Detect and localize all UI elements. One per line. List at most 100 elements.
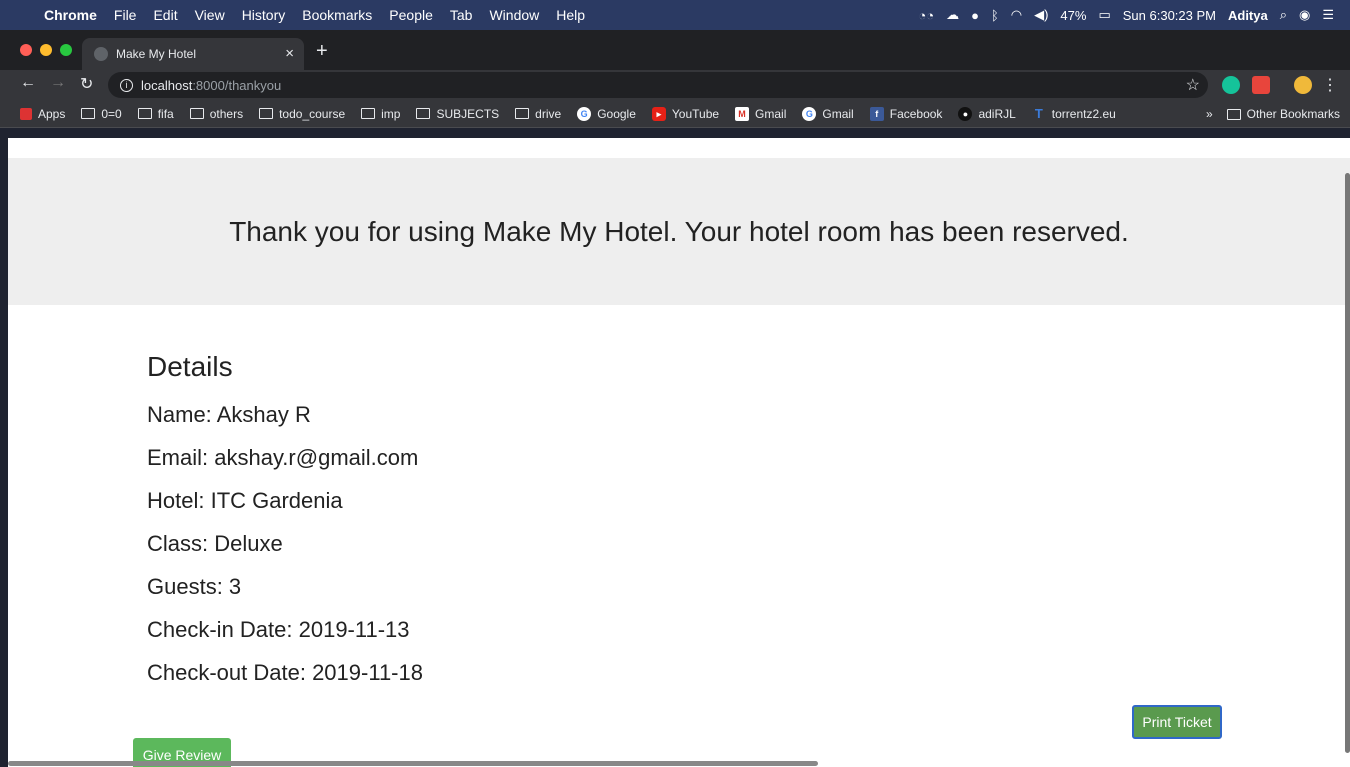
- tab-title: Make My Hotel: [116, 47, 197, 61]
- folder-icon: [416, 108, 431, 119]
- bookmark-label: Gmail: [755, 106, 787, 121]
- glasses-icon[interactable]: ◔◔: [918, 8, 934, 23]
- bookmark-label: torrentz2.eu: [1051, 106, 1116, 121]
- clock[interactable]: Sun 6:30:23 PM: [1123, 8, 1216, 23]
- bookmark-folder-0eq0[interactable]: 0=0: [81, 106, 122, 121]
- cloud-icon[interactable]: ☁: [946, 7, 959, 23]
- bookmark-label: Gmail: [822, 106, 854, 121]
- folder-icon: [515, 108, 530, 119]
- wifi-icon[interactable]: ◠: [1011, 7, 1022, 23]
- reload-icon[interactable]: ↻: [80, 74, 93, 94]
- bookmark-gmail-google[interactable]: G Gmail: [802, 106, 854, 121]
- notification-center-icon[interactable]: ☰: [1322, 7, 1334, 23]
- forward-arrow-icon[interactable]: →: [50, 74, 66, 92]
- menu-people[interactable]: People: [389, 7, 433, 23]
- bookmark-other-bookmarks[interactable]: Other Bookmarks: [1226, 107, 1340, 121]
- maximize-window-icon[interactable]: [60, 44, 72, 56]
- battery-icon[interactable]: ▭: [1098, 7, 1110, 23]
- bookmark-label: others: [209, 106, 244, 121]
- bookmarks-overflow-icon[interactable]: »: [1206, 107, 1213, 121]
- bookmark-apps[interactable]: Apps: [20, 107, 65, 121]
- menu-app-name[interactable]: Chrome: [44, 7, 97, 23]
- detail-email: Email: akshay.r@gmail.com: [147, 445, 419, 470]
- profile-avatar[interactable]: [1294, 76, 1312, 94]
- chrome-menu-icon[interactable]: ⋮: [1322, 75, 1338, 95]
- menu-bookmarks[interactable]: Bookmarks: [302, 7, 372, 23]
- siri-icon[interactable]: ◉: [1299, 7, 1310, 23]
- vertical-scrollbar[interactable]: [1345, 173, 1350, 753]
- detail-class: Class: Deluxe: [147, 531, 283, 556]
- page-viewport: Thank you for using Make My Hotel. Your …: [8, 138, 1350, 767]
- battery-percent[interactable]: 47%: [1060, 8, 1086, 23]
- folder-icon: [81, 108, 96, 119]
- menu-edit[interactable]: Edit: [153, 7, 177, 23]
- menu-tab[interactable]: Tab: [450, 7, 473, 23]
- folder-icon: [259, 108, 274, 119]
- detail-hotel: Hotel: ITC Gardenia: [147, 488, 343, 513]
- spotlight-search-icon[interactable]: ⌕: [1280, 7, 1287, 23]
- bookmark-label: Facebook: [889, 106, 943, 121]
- gmail-icon: M: [735, 106, 750, 121]
- google-icon: G: [802, 106, 817, 121]
- user-name[interactable]: Aditya: [1228, 8, 1268, 23]
- thank-you-heading: Thank you for using Make My Hotel. Your …: [229, 216, 1129, 247]
- window-edge: [0, 128, 8, 767]
- bookmark-label: fifa: [157, 106, 174, 121]
- folder-icon: [137, 108, 152, 119]
- menu-window[interactable]: Window: [489, 7, 539, 23]
- tab-close-icon[interactable]: ×: [285, 45, 294, 62]
- horizontal-scrollbar[interactable]: [8, 761, 818, 766]
- detail-check-in: Check-in Date: 2019-11-13: [147, 617, 410, 642]
- browser-toolbar: ← → ↻ i localhost:8000/thankyou ☆ ⋮: [0, 70, 1350, 100]
- bookmark-label: YouTube: [671, 106, 720, 121]
- url-path: :8000/thankyou: [192, 77, 282, 93]
- folder-icon: [189, 108, 204, 119]
- close-window-icon[interactable]: [20, 44, 32, 56]
- bookmark-gmail[interactable]: M Gmail: [735, 106, 787, 121]
- volume-icon[interactable]: ◀): [1034, 7, 1048, 23]
- new-tab-button[interactable]: +: [316, 40, 328, 63]
- browser-tab-strip: Make My Hotel × +: [0, 30, 1350, 70]
- menu-help[interactable]: Help: [556, 7, 585, 23]
- folder-icon: [361, 108, 376, 119]
- bookmark-label: 0=0: [101, 106, 122, 121]
- evernote-icon[interactable]: ●: [971, 8, 979, 23]
- back-arrow-icon[interactable]: ←: [20, 74, 36, 92]
- minimize-window-icon[interactable]: [40, 44, 52, 56]
- torrentz-icon: T: [1034, 105, 1043, 121]
- tab-make-my-hotel[interactable]: Make My Hotel ×: [82, 38, 304, 70]
- bookmark-youtube[interactable]: ▸ YouTube: [651, 106, 720, 121]
- bookmark-facebook[interactable]: f Facebook: [869, 106, 943, 121]
- site-info-icon[interactable]: i: [120, 78, 133, 92]
- bookmark-label: adiRJL: [978, 106, 1016, 121]
- bookmark-folder-todo-course[interactable]: todo_course: [259, 107, 345, 121]
- bookmark-label: SUBJECTS: [436, 106, 500, 121]
- bookmark-torrentz[interactable]: Ttorrentz2.eu: [1032, 105, 1116, 121]
- address-bar[interactable]: i localhost:8000/thankyou ☆: [108, 72, 1208, 98]
- bookmark-folder-subjects[interactable]: SUBJECTS: [416, 107, 499, 121]
- bookmark-google[interactable]: G Google: [577, 106, 636, 121]
- window-controls: [20, 44, 80, 56]
- bookmark-star-icon[interactable]: ☆: [1186, 75, 1200, 95]
- url-host: localhost: [141, 77, 193, 93]
- macos-menubar: Chrome File Edit View History Bookmarks …: [0, 0, 1350, 30]
- grammarly-extension-icon[interactable]: [1222, 76, 1240, 94]
- menu-view[interactable]: View: [195, 7, 225, 23]
- google-icon: G: [577, 106, 592, 121]
- bookmark-folder-fifa[interactable]: fifa: [137, 106, 174, 121]
- youtube-icon: ▸: [651, 106, 666, 121]
- print-ticket-button[interactable]: Print Ticket: [1132, 705, 1222, 739]
- bookmark-folder-others[interactable]: others: [189, 106, 244, 121]
- bluetooth-icon[interactable]: ᛒ: [991, 8, 999, 23]
- details-heading: Details: [147, 351, 233, 382]
- apps-grid-icon: [20, 107, 32, 120]
- bookmarks-bar: Apps 0=0 fifa others todo_course imp SUB…: [0, 100, 1350, 128]
- bookmark-github[interactable]: ● adiRJL: [958, 106, 1016, 121]
- menu-history[interactable]: History: [242, 7, 286, 23]
- bookmark-folder-imp[interactable]: imp: [361, 107, 400, 121]
- menu-file[interactable]: File: [114, 7, 137, 23]
- extension-icon[interactable]: [1252, 76, 1270, 94]
- detail-name: Name: Akshay R: [147, 402, 311, 427]
- bookmark-folder-drive[interactable]: drive: [515, 107, 561, 121]
- bookmark-label: todo_course: [279, 106, 346, 121]
